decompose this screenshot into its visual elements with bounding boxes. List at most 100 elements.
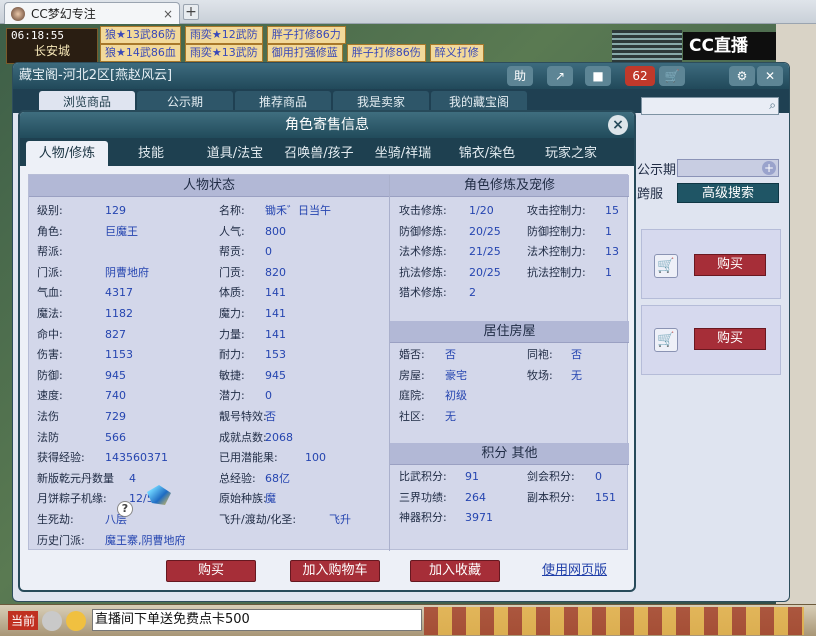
housing-header: 居住房屋 — [390, 321, 629, 343]
broadcast-msg[interactable]: 醉义打修 — [429, 44, 484, 62]
browser-tab[interactable]: CC梦幻专注 × — [4, 2, 180, 24]
field-value: 13 — [605, 245, 619, 259]
broadcast-msg[interactable]: 胖子打修86力 — [266, 26, 346, 44]
info-field: 耐力: 153 — [219, 345, 286, 365]
field-value: 129 — [105, 204, 126, 217]
tab-home[interactable]: 玩家之家 — [530, 141, 612, 166]
field-label: 庭院: — [399, 389, 425, 403]
field-value: 21/25 — [469, 245, 501, 259]
info-panel: 人物状态 角色修炼及宠修 居住房屋 积分 其他 级别: 129 角色: 巨魔王 帮派: 门… — [28, 174, 629, 551]
field-label: 体质: — [219, 286, 245, 300]
field-label: 人气: — [219, 224, 245, 238]
field-value: 1 — [605, 224, 612, 238]
info-field: 名称: 锄禾゛日当午 — [219, 201, 331, 221]
field-label: 月饼粽子机缘: — [37, 492, 107, 506]
add-to-favorites-button[interactable]: 加入收藏 — [410, 560, 500, 582]
info-field: 潜力: 0 — [219, 386, 272, 406]
info-field: 庭院: 初级 — [399, 386, 467, 406]
info-field: 成就点数:2068 — [219, 428, 293, 448]
info-field: 级别: 129 — [37, 201, 126, 221]
buy-button[interactable]: 购买 — [166, 560, 256, 582]
field-label: 婚否: — [399, 348, 425, 361]
info-field: 剑会积分: 0 — [527, 467, 602, 487]
tab-pets[interactable]: 召唤兽/孩子 — [278, 141, 360, 166]
tab-close-icon[interactable]: × — [163, 7, 173, 21]
tab-character[interactable]: 人物/修炼 — [26, 141, 108, 166]
notice-period-select[interactable]: + — [677, 159, 779, 177]
info-field: 同袍: 否 — [527, 345, 582, 365]
field-value: 0 — [265, 245, 272, 259]
info-field: 房屋: 豪宅 — [399, 366, 467, 386]
field-label: 已用潜能果: — [219, 451, 278, 465]
share-icon[interactable]: ↗ — [547, 66, 573, 86]
broadcast-msg[interactable]: 狼★14武86血 — [100, 44, 181, 62]
broadcast-msg[interactable]: 胖子打修86伤 — [346, 44, 426, 62]
search-icon[interactable]: ⌕ — [769, 98, 776, 113]
tab-mounts[interactable]: 坐骑/祥瑞 — [362, 141, 444, 166]
game-toolbar-icons[interactable] — [424, 607, 804, 635]
info-field: 门派: 阴曹地府 — [37, 263, 149, 283]
field-label: 剑会积分: — [527, 470, 575, 483]
info-field: 获得经验: 143560371 — [37, 448, 168, 468]
tab-items[interactable]: 道具/法宝 — [194, 141, 276, 166]
cart-icon[interactable]: 🛒 — [654, 254, 678, 278]
field-label: 副本积分: — [527, 490, 575, 504]
field-value: 740 — [105, 389, 126, 403]
emoji-icon[interactable] — [66, 611, 86, 631]
help-icon[interactable]: ? — [117, 501, 133, 517]
field-value: 945 — [105, 368, 126, 382]
settings-gear-icon[interactable]: ⚙ — [729, 66, 755, 86]
treasure-search-input[interactable]: ⌕ — [641, 97, 779, 115]
cart-icon[interactable]: 🛒 — [654, 328, 678, 352]
broadcast-msg[interactable]: 雨奕★13武防 — [184, 44, 263, 62]
field-value: 飞升 — [329, 513, 351, 526]
web-version-link[interactable]: 使用网页版 — [542, 560, 607, 582]
stop-icon[interactable]: ■ — [585, 66, 611, 86]
info-field: 魔法: 1182 — [37, 304, 133, 324]
field-label: 比武积分: — [399, 470, 447, 483]
cart-icon[interactable]: 🛒 — [659, 66, 685, 86]
buy-button[interactable]: 购买 — [694, 254, 766, 276]
chat-input[interactable]: 直播间下单送免费点卡500 — [92, 609, 422, 631]
field-label: 级别: — [37, 204, 63, 217]
window-close-icon[interactable]: ✕ — [757, 66, 783, 86]
tab-outfits[interactable]: 锦衣/染色 — [446, 141, 528, 166]
field-value: 100 — [305, 451, 326, 465]
microphone-icon[interactable] — [42, 611, 62, 631]
field-value: 0 — [265, 389, 272, 403]
field-label: 法术修炼: — [399, 245, 447, 259]
tab-title: CC梦幻专注 — [31, 7, 96, 21]
add-to-cart-button[interactable]: 加入购物车 — [290, 560, 380, 582]
dialog-close-icon[interactable]: × — [608, 115, 628, 135]
new-tab-button[interactable]: + — [183, 4, 199, 20]
help-button[interactable]: 助 — [507, 66, 533, 86]
info-field: 命中: 827 — [37, 325, 126, 345]
field-value: 豪宅 — [445, 368, 467, 382]
listing-row[interactable]: 🛒 购买 — [641, 229, 781, 299]
field-value: 魔 — [265, 492, 276, 506]
advanced-search-button[interactable]: 高级搜索 — [677, 183, 779, 203]
field-label: 防御: — [37, 368, 63, 382]
broadcast-msg[interactable]: 雨奕★12武防 — [184, 26, 263, 44]
field-value: 141 — [265, 307, 286, 320]
info-field: 飞升/渡劫/化圣: 飞升 — [219, 510, 351, 530]
broadcast-msg[interactable]: 狼★13武86防 — [100, 26, 181, 44]
field-label: 猎术修炼: — [399, 286, 447, 300]
broadcast-msg[interactable]: 御用打强修蓝 — [266, 44, 343, 62]
field-value: 264 — [465, 490, 486, 504]
field-value: 15 — [605, 204, 619, 217]
buy-button[interactable]: 购买 — [694, 328, 766, 350]
field-label: 门贡: — [219, 265, 245, 279]
field-label: 法防 — [37, 430, 59, 444]
message-count-badge[interactable]: 62 — [625, 66, 655, 86]
plus-icon[interactable]: + — [762, 161, 776, 175]
field-value: 153 — [265, 348, 286, 362]
tab-skills[interactable]: 技能 — [110, 141, 192, 166]
field-value: 1153 — [105, 348, 133, 362]
info-field: 月饼粽子机缘: 12/51 — [37, 489, 161, 509]
listing-row[interactable]: 🛒 购买 — [641, 305, 781, 375]
field-value: 4317 — [105, 286, 133, 300]
field-label: 法术控制力: — [527, 245, 586, 259]
info-field: 门贡: 820 — [219, 263, 286, 283]
channel-label[interactable]: 当前 — [8, 611, 39, 630]
